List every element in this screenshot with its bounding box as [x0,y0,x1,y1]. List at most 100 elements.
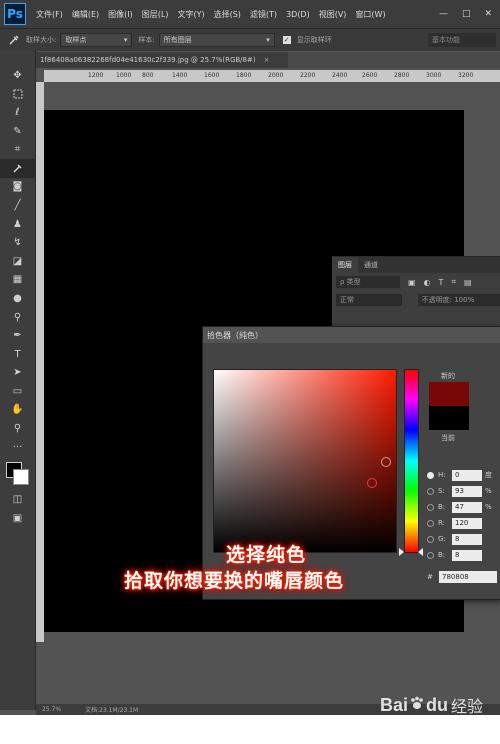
document-tab[interactable]: 1f86408a06382268fd04e41630c2f339.jpg @ 2… [36,52,288,68]
minimize-button[interactable]: — [439,9,448,19]
marquee-icon[interactable] [0,85,35,104]
hex-input[interactable]: 780808 [439,571,497,583]
ruler-tick: 2600 [362,72,378,79]
eyedropper-icon[interactable] [8,31,20,50]
menu-edit[interactable]: 编辑(E) [72,9,99,20]
photoshop-logo: Ps [4,3,26,25]
current-color-swatch[interactable] [429,406,469,430]
sample-size-label: 取样大小: [26,36,57,44]
watermark-brand-2: du [426,694,449,715]
healing-icon[interactable]: ◙ [0,178,35,197]
menu-filter[interactable]: 滤镜(T) [250,9,277,20]
type-filter-icon[interactable]: T [439,278,444,287]
brightness-input[interactable]: 47 [452,501,482,513]
crop-icon[interactable]: ⌗ [0,140,35,159]
ruler-tick: 3200 [458,72,474,79]
menu-select[interactable]: 选择(S) [214,9,241,20]
menu-type[interactable]: 文字(Y) [177,9,204,20]
hue-slider-left-arrow[interactable] [399,548,404,556]
close-button[interactable]: ✕ [484,9,492,19]
stamp-icon[interactable]: ♟ [0,215,35,234]
field-label: B: [438,551,446,559]
ruler-tick: 1400 [172,72,188,79]
watermark-brand: Bai [380,694,409,715]
show-ring-checkbox[interactable]: ✓ [282,36,291,44]
saturation-input[interactable]: 93 [452,485,482,497]
color-selector-marker[interactable] [367,478,377,488]
red-input[interactable]: 120 [452,517,482,529]
ruler-tick: 3000 [426,72,442,79]
shape-filter-icon[interactable]: ⌗ [451,277,456,287]
tab-layers[interactable]: 图层 [332,257,358,273]
workspace-select[interactable]: 基本功能 [428,33,496,47]
layer-filter-select[interactable]: ρ 类型 [336,276,400,288]
menu-view[interactable]: 视图(V) [319,9,347,20]
hue-slider[interactable] [404,369,419,553]
eyedropper-icon[interactable] [0,158,35,178]
menu-file[interactable]: 文件(F) [36,9,63,20]
pen-icon[interactable]: ✒ [0,326,35,345]
blur-icon[interactable]: ● [0,289,35,308]
dodge-icon[interactable]: ⚲ [0,308,35,327]
field-label: B: [438,503,446,511]
screen-mode-icon[interactable]: ▣ [0,509,35,528]
layers-filter-row: ρ 类型 ▣ ◐ T ⌗ ▤ [332,273,500,291]
color-picker-title: 拾色器（纯色） [203,327,500,343]
close-tab-icon[interactable]: × [264,56,270,64]
hue-slider-right-arrow[interactable] [418,548,423,556]
adjustment-filter-icon[interactable]: ◐ [424,278,431,287]
green-radio[interactable] [427,535,434,543]
hue-radio[interactable] [427,471,434,479]
brightness-radio[interactable] [427,503,434,511]
quick-select-icon[interactable]: ✎ [0,122,35,141]
zoom-icon[interactable]: ⚲ [0,419,35,438]
sample-size-select[interactable]: 取样点 ▾ [60,33,133,47]
brush-icon[interactable]: ╱ [0,196,35,215]
quick-mask-icon[interactable]: ◫ [0,490,35,509]
zoom-level[interactable]: 25.7% [42,706,61,713]
ruler-tick: 1600 [204,72,220,79]
ruler-tick: 2200 [300,72,316,79]
history-brush-icon[interactable]: ↯ [0,233,35,252]
saturation-brightness-field[interactable] [213,369,397,553]
field-row-b: B: 47 % [427,499,492,515]
move-icon[interactable]: ✥ [0,66,35,85]
lasso-icon[interactable]: ℓ [0,103,35,122]
path-select-icon[interactable]: ➤ [0,364,35,383]
blue-radio[interactable] [427,551,434,559]
menu-image[interactable]: 图像(I) [108,9,133,20]
layers-blend-row: 正常 不透明度: 100% [332,291,500,309]
options-bar: 取样大小: 取样点 ▾ 样本: 所有图层 ▾ ✓ 显示取样环 基本功能 [0,28,500,51]
field-label: S: [438,487,445,495]
blue-input[interactable]: 8 [452,549,482,561]
ruler-tick: 1000 [116,72,132,79]
hover-marker [381,457,391,467]
new-color-swatch [429,382,469,406]
field-unit: % [485,503,492,511]
sample-select[interactable]: 所有图层 ▾ [158,33,275,47]
menu-layer[interactable]: 图层(L) [142,9,169,20]
rectangle-icon[interactable]: ▭ [0,382,35,401]
hue-input[interactable]: 0 [452,469,482,481]
eraser-icon[interactable]: ◪ [0,252,35,271]
more-icon[interactable]: ··· [0,438,35,457]
image-filter-icon[interactable]: ▣ [408,278,416,287]
maximize-button[interactable]: □ [462,9,471,19]
field-row-g: G: 8 [427,531,492,547]
menu-window[interactable]: 窗口(W) [355,9,385,20]
opacity-field[interactable]: 不透明度: 100% [417,294,500,306]
ruler-tick: 1200 [88,72,104,79]
red-radio[interactable] [427,519,434,527]
type-icon[interactable]: T [0,345,35,364]
tab-channels[interactable]: 通道 [358,257,384,273]
smart-filter-icon[interactable]: ▤ [464,278,472,287]
green-input[interactable]: 8 [452,533,482,545]
gradient-icon[interactable]: ▦ [0,271,35,290]
hand-icon[interactable]: ✋ [0,401,35,420]
saturation-radio[interactable] [427,487,434,495]
background-color[interactable] [13,469,29,486]
blend-mode-select[interactable]: 正常 [336,294,402,306]
color-swatches[interactable] [0,456,35,490]
document-info: 文档:23.1M/23.1M [85,707,139,714]
menu-3d[interactable]: 3D(D) [286,10,310,19]
